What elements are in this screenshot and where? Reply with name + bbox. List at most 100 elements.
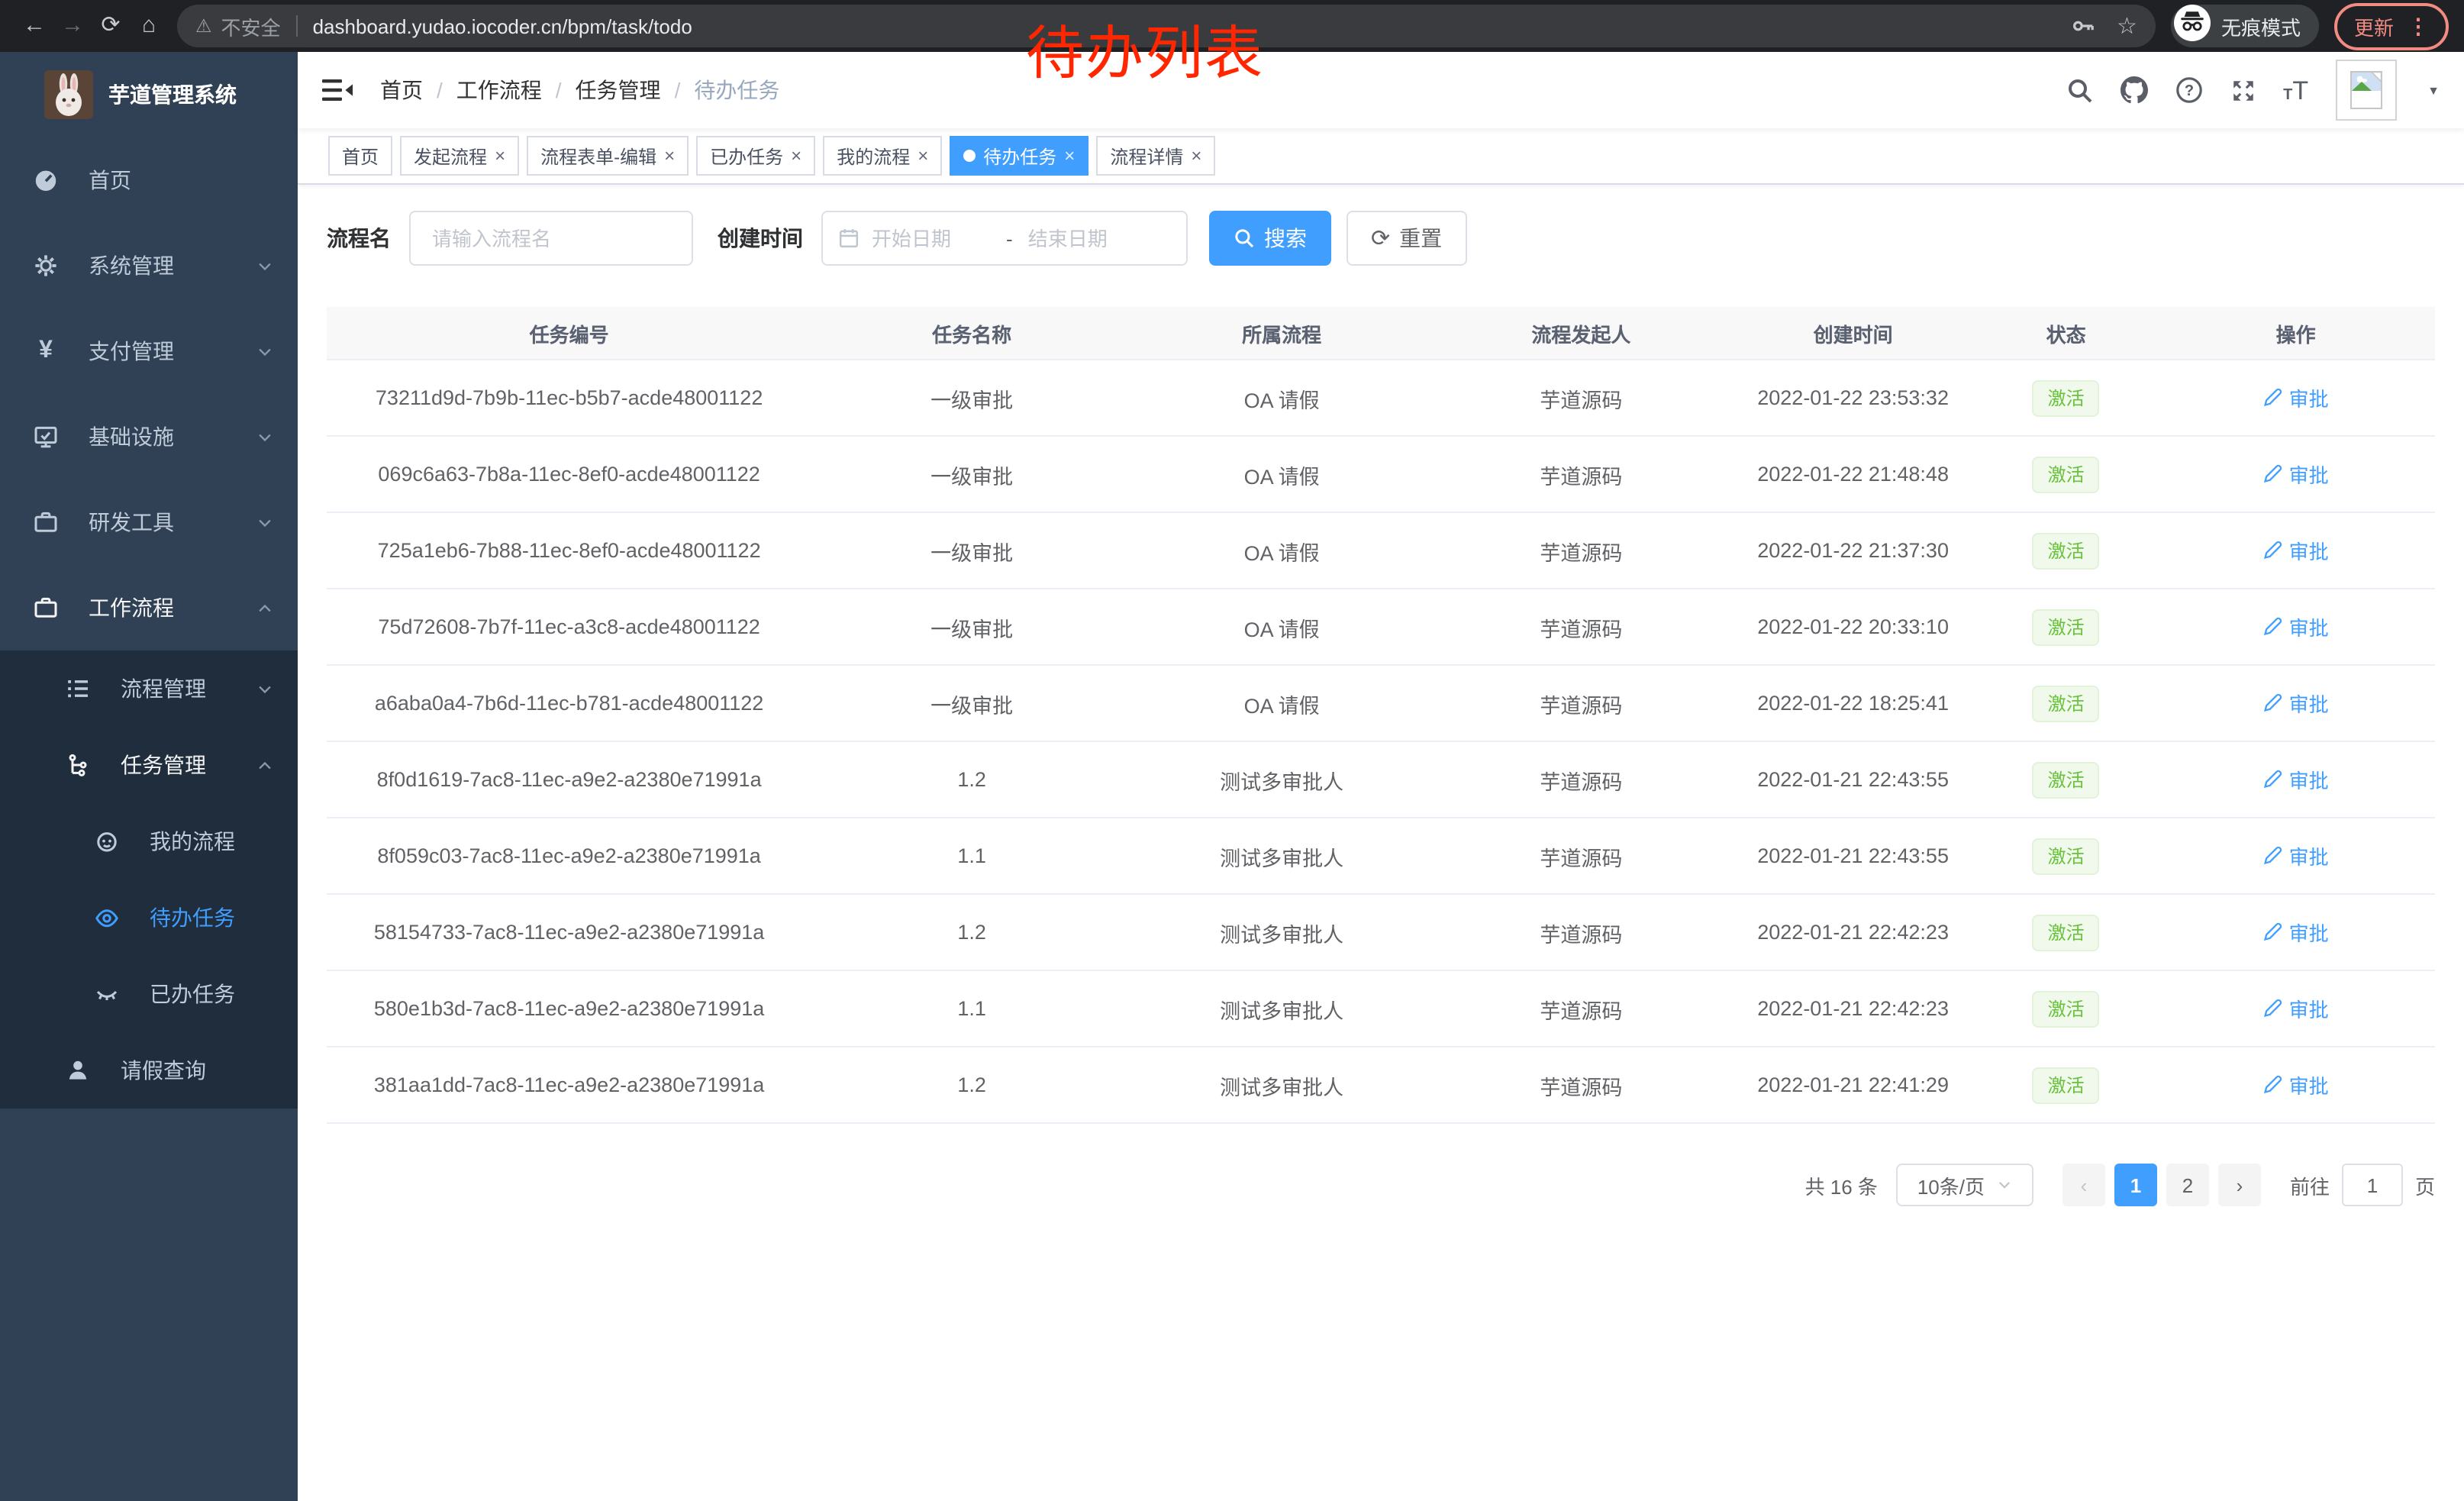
tab-label: 已办任务 [710,143,783,169]
tab-1[interactable]: 发起流程 [400,136,519,176]
column-header-task-id: 任务编号 [327,307,811,360]
menu-dots-icon[interactable]: ⋮ [2408,13,2429,39]
annotation-todo-list: 待办列表 [1026,6,1264,90]
tab-close-icon[interactable] [1064,147,1075,165]
approve-link[interactable]: 审批 [2263,765,2329,794]
sidebar-item-menu-2[interactable]: ¥支付管理 [0,308,298,394]
tab-4[interactable]: 我的流程 [823,136,942,176]
bookmark-star-icon[interactable]: ☆ [2117,12,2137,40]
breadcrumb-task-mgmt[interactable]: 任务管理 [576,75,661,105]
cell-actions: 审批 [2156,665,2435,741]
sidebar-submenu: 流程管理任务管理我的流程待办任务已办任务请假查询 [0,650,298,1109]
app-logo[interactable]: 芋道管理系统 [0,52,298,137]
cell-task-name: 一级审批 [811,589,1132,665]
goto-label: 前往 [2290,1170,2330,1199]
eye-icon [95,905,119,930]
cell-process: 测试多审批人 [1132,894,1431,970]
update-button[interactable]: 更新 ⋮ [2334,2,2449,50]
prev-page-button[interactable]: ‹ [2062,1164,2105,1206]
next-page-button[interactable]: › [2218,1164,2261,1206]
reload-icon[interactable]: ⟳ [92,0,130,52]
forward-icon[interactable]: → [53,0,92,52]
pagination-goto: 前往 页 [2290,1164,2435,1206]
tab-3[interactable]: 已办任务 [696,136,815,176]
column-header-process: 所属流程 [1132,307,1431,360]
key-icon[interactable] [2071,14,2095,38]
tab-5[interactable]: 待办任务 [950,136,1088,176]
page-button-1[interactable]: 1 [2114,1164,2157,1206]
sidebar-item-menu-1[interactable]: 系统管理 [0,223,298,308]
goto-page-input[interactable] [2342,1164,2403,1206]
table-row: 58154733-7ac8-11ec-a9e2-a2380e71991a1.2测… [327,894,2435,970]
cell-create-time: 2022-01-22 18:25:41 [1730,665,1975,741]
process-name-input[interactable] [409,211,693,266]
help-icon[interactable]: ? [2175,76,2202,104]
app-title: 芋道管理系统 [108,79,237,110]
avatar[interactable] [2336,60,2397,121]
sidebar-item-menu-0[interactable]: 首页 [0,137,298,223]
sidebar-item-menu-5[interactable]: 工作流程 [0,565,298,650]
approve-link[interactable]: 审批 [2263,383,2329,412]
cell-task-name: 1.2 [811,1047,1132,1123]
active-tab-dot [963,150,976,162]
caret-down-icon[interactable]: ▼ [2427,83,2440,97]
cell-task-id: 75d72608-7b7f-11ec-a3c8-acde48001122 [327,589,811,665]
date-range-picker[interactable]: - [821,211,1188,266]
sidebar-item-label: 工作流程 [89,592,174,623]
status-badge: 激活 [2033,838,2100,874]
search-icon[interactable] [2066,77,2092,103]
home-icon[interactable]: ⌂ [130,0,168,52]
tab-close-icon[interactable] [918,147,928,165]
tab-close-icon[interactable] [1191,147,1201,165]
cell-actions: 审批 [2156,436,2435,512]
breadcrumb-home[interactable]: 首页 [380,75,423,105]
fullscreen-icon[interactable] [2230,77,2256,103]
github-icon[interactable] [2120,76,2147,104]
end-date-input[interactable] [1025,225,1150,251]
reset-button[interactable]: ⟳ 重置 [1346,211,1466,266]
url-text[interactable]: dashboard.yudao.iocoder.cn/bpm/task/todo [313,15,692,37]
security-label[interactable]: 不安全 [221,11,281,40]
search-button[interactable]: 搜索 [1209,211,1331,266]
approve-link[interactable]: 审批 [2263,689,2329,718]
approve-link[interactable]: 审批 [2263,841,2329,870]
sidebar-item-label: 我的流程 [150,826,235,857]
approve-label: 审批 [2289,841,2329,870]
sidebar-item-menu-4[interactable]: 研发工具 [0,479,298,565]
tab-0[interactable]: 首页 [328,136,392,176]
status-badge: 激活 [2033,761,2100,798]
tab-close-icon[interactable] [791,147,801,165]
cell-task-name: 一级审批 [811,665,1132,741]
sidebar-item-submenu-1[interactable]: 任务管理 [0,727,298,803]
approve-link[interactable]: 审批 [2263,460,2329,489]
start-date-input[interactable] [869,225,994,251]
sidebar-item-submenu-2[interactable]: 我的流程 [0,803,298,880]
sidebar-item-menu-3[interactable]: 基础设施 [0,394,298,479]
edit-pen-icon [2263,922,2283,942]
approve-label: 审批 [2289,460,2329,489]
page-button-2[interactable]: 2 [2166,1164,2209,1206]
back-icon[interactable]: ← [15,0,53,52]
approve-link[interactable]: 审批 [2263,1070,2329,1099]
hamburger-icon[interactable] [322,78,353,102]
sidebar-item-submenu-3[interactable]: 待办任务 [0,880,298,956]
approve-link[interactable]: 审批 [2263,994,2329,1023]
page-size-select[interactable]: 10条/页 [1896,1164,2033,1206]
breadcrumb-workflow[interactable]: 工作流程 [456,75,542,105]
status-badge: 激活 [2033,379,2100,416]
tab-label: 我的流程 [837,143,910,169]
font-size-icon[interactable]: TT [2283,77,2308,103]
cell-starter: 芋道源码 [1431,436,1730,512]
tab-close-icon[interactable] [495,147,505,165]
approve-link[interactable]: 审批 [2263,612,2329,641]
sidebar-item-submenu-5[interactable]: 请假查询 [0,1032,298,1109]
tab-close-icon[interactable] [664,147,675,165]
sidebar-item-submenu-4[interactable]: 已办任务 [0,956,298,1032]
approve-link[interactable]: 审批 [2263,918,2329,947]
cell-task-name: 一级审批 [811,436,1132,512]
sidebar-item-submenu-0[interactable]: 流程管理 [0,650,298,727]
approve-link[interactable]: 审批 [2263,536,2329,565]
tab-2[interactable]: 流程表单-编辑 [527,136,689,176]
tab-6[interactable]: 流程详情 [1096,136,1215,176]
edit-pen-icon [2263,388,2283,408]
